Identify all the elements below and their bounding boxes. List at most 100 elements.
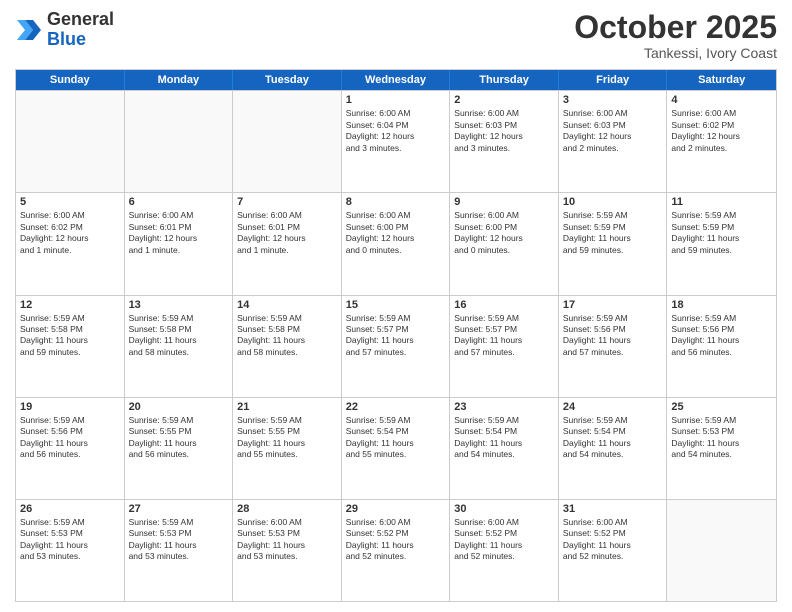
weekday-header: Tuesday: [233, 70, 342, 90]
day-number: 10: [563, 196, 663, 208]
calendar-day-10: 10 Sunrise: 5:59 AM Sunset: 5:59 PM Dayli…: [559, 193, 668, 294]
day-info: Sunrise: 5:59 AM Sunset: 5:58 PM Dayligh…: [237, 313, 337, 359]
day-info: Sunrise: 5:59 AM Sunset: 5:54 PM Dayligh…: [563, 415, 663, 461]
day-info: Sunrise: 6:00 AM Sunset: 6:02 PM Dayligh…: [20, 210, 120, 256]
day-number: 22: [346, 401, 446, 413]
day-number: 11: [671, 196, 772, 208]
calendar-day-29: 29 Sunrise: 6:00 AM Sunset: 5:52 PM Dayli…: [342, 500, 451, 601]
header: General Blue October 2025 Tankessi, Ivor…: [15, 10, 777, 61]
calendar-day-14: 14 Sunrise: 5:59 AM Sunset: 5:58 PM Dayli…: [233, 296, 342, 397]
calendar-day-empty: [125, 91, 234, 192]
calendar-day-19: 19Sunrise: 5:59 AM Sunset: 5:56 PM Dayli…: [16, 398, 125, 499]
day-info: Sunrise: 6:00 AM Sunset: 5:52 PM Dayligh…: [346, 517, 446, 563]
day-info: Sunrise: 5:59 AM Sunset: 5:56 PM Dayligh…: [671, 313, 772, 359]
day-number: 25: [671, 401, 772, 413]
calendar-day-2: 2Sunrise: 6:00 AM Sunset: 6:03 PM Daylig…: [450, 91, 559, 192]
calendar-day-18: 18Sunrise: 5:59 AM Sunset: 5:56 PM Dayli…: [667, 296, 776, 397]
day-number: 16: [454, 299, 554, 311]
calendar-day-12: 12 Sunrise: 5:59 AM Sunset: 5:58 PM Dayli…: [16, 296, 125, 397]
day-number: 15: [346, 299, 446, 311]
day-number: 29: [346, 503, 446, 515]
day-number: 6: [129, 196, 229, 208]
calendar-day-3: 3 Sunrise: 6:00 AM Sunset: 6:03 PM Daylig…: [559, 91, 668, 192]
day-info: Sunrise: 6:00 AM Sunset: 6:00 PM Dayligh…: [346, 210, 446, 256]
calendar-day-23: 23Sunrise: 5:59 AM Sunset: 5:54 PM Dayli…: [450, 398, 559, 499]
calendar-day-31: 31Sunrise: 6:00 AM Sunset: 5:52 PM Dayli…: [559, 500, 668, 601]
calendar-row: 12 Sunrise: 5:59 AM Sunset: 5:58 PM Dayli…: [16, 295, 776, 397]
calendar-day-4: 4 Sunrise: 6:00 AM Sunset: 6:02 PM Daylig…: [667, 91, 776, 192]
calendar-day-11: 11Sunrise: 5:59 AM Sunset: 5:59 PM Dayli…: [667, 193, 776, 294]
day-info: Sunrise: 6:00 AM Sunset: 5:52 PM Dayligh…: [454, 517, 554, 563]
month-title: October 2025: [574, 10, 777, 45]
day-info: Sunrise: 5:59 AM Sunset: 5:55 PM Dayligh…: [237, 415, 337, 461]
logo-text: General Blue: [47, 10, 114, 50]
day-number: 14: [237, 299, 337, 311]
calendar-day-30: 30 Sunrise: 6:00 AM Sunset: 5:52 PM Dayli…: [450, 500, 559, 601]
day-number: 28: [237, 503, 337, 515]
day-number: 8: [346, 196, 446, 208]
logo: General Blue: [15, 10, 114, 50]
day-number: 4: [671, 94, 772, 106]
calendar-day-5: 5Sunrise: 6:00 AM Sunset: 6:02 PM Daylig…: [16, 193, 125, 294]
logo-general: General: [47, 9, 114, 29]
day-number: 13: [129, 299, 229, 311]
page: General Blue October 2025 Tankessi, Ivor…: [0, 0, 792, 612]
calendar-day-7: 7 Sunrise: 6:00 AM Sunset: 6:01 PM Daylig…: [233, 193, 342, 294]
day-info: Sunrise: 5:59 AM Sunset: 5:55 PM Dayligh…: [129, 415, 229, 461]
calendar-day-17: 17 Sunrise: 5:59 AM Sunset: 5:56 PM Dayli…: [559, 296, 668, 397]
day-info: Sunrise: 6:00 AM Sunset: 6:03 PM Dayligh…: [454, 108, 554, 154]
day-info: Sunrise: 5:59 AM Sunset: 5:58 PM Dayligh…: [129, 313, 229, 359]
day-number: 26: [20, 503, 120, 515]
logo-icon: [15, 16, 43, 44]
day-info: Sunrise: 5:59 AM Sunset: 5:57 PM Dayligh…: [346, 313, 446, 359]
day-info: Sunrise: 5:59 AM Sunset: 5:58 PM Dayligh…: [20, 313, 120, 359]
day-number: 9: [454, 196, 554, 208]
day-info: Sunrise: 6:00 AM Sunset: 6:02 PM Dayligh…: [671, 108, 772, 154]
day-number: 21: [237, 401, 337, 413]
day-number: 24: [563, 401, 663, 413]
calendar-day-26: 26Sunrise: 5:59 AM Sunset: 5:53 PM Dayli…: [16, 500, 125, 601]
calendar-day-15: 15 Sunrise: 5:59 AM Sunset: 5:57 PM Dayli…: [342, 296, 451, 397]
title-block: October 2025 Tankessi, Ivory Coast: [574, 10, 777, 61]
weekday-header: Thursday: [450, 70, 559, 90]
day-number: 19: [20, 401, 120, 413]
day-info: Sunrise: 5:59 AM Sunset: 5:53 PM Dayligh…: [129, 517, 229, 563]
calendar-day-1: 1Sunrise: 6:00 AM Sunset: 6:04 PM Daylig…: [342, 91, 451, 192]
day-info: Sunrise: 6:00 AM Sunset: 6:04 PM Dayligh…: [346, 108, 446, 154]
calendar: SundayMondayTuesdayWednesdayThursdayFrid…: [15, 69, 777, 602]
day-number: 3: [563, 94, 663, 106]
calendar-day-9: 9Sunrise: 6:00 AM Sunset: 6:00 PM Daylig…: [450, 193, 559, 294]
calendar-day-empty: [667, 500, 776, 601]
day-number: 7: [237, 196, 337, 208]
weekday-header: Sunday: [16, 70, 125, 90]
weekday-header: Saturday: [667, 70, 776, 90]
calendar-day-28: 28 Sunrise: 6:00 AM Sunset: 5:53 PM Dayli…: [233, 500, 342, 601]
calendar-day-empty: [233, 91, 342, 192]
weekday-header: Friday: [559, 70, 668, 90]
day-info: Sunrise: 5:59 AM Sunset: 5:59 PM Dayligh…: [563, 210, 663, 256]
day-number: 17: [563, 299, 663, 311]
location: Tankessi, Ivory Coast: [574, 45, 777, 61]
calendar-day-22: 22Sunrise: 5:59 AM Sunset: 5:54 PM Dayli…: [342, 398, 451, 499]
weekday-header: Wednesday: [342, 70, 451, 90]
day-info: Sunrise: 5:59 AM Sunset: 5:53 PM Dayligh…: [671, 415, 772, 461]
calendar-day-24: 24 Sunrise: 5:59 AM Sunset: 5:54 PM Dayli…: [559, 398, 668, 499]
calendar-row: 5Sunrise: 6:00 AM Sunset: 6:02 PM Daylig…: [16, 192, 776, 294]
calendar-row: 1Sunrise: 6:00 AM Sunset: 6:04 PM Daylig…: [16, 90, 776, 192]
day-number: 23: [454, 401, 554, 413]
calendar-body: 1Sunrise: 6:00 AM Sunset: 6:04 PM Daylig…: [16, 90, 776, 601]
day-number: 30: [454, 503, 554, 515]
day-info: Sunrise: 6:00 AM Sunset: 5:53 PM Dayligh…: [237, 517, 337, 563]
day-info: Sunrise: 5:59 AM Sunset: 5:57 PM Dayligh…: [454, 313, 554, 359]
logo-blue: Blue: [47, 29, 86, 49]
day-info: Sunrise: 6:00 AM Sunset: 6:01 PM Dayligh…: [237, 210, 337, 256]
day-info: Sunrise: 6:00 AM Sunset: 6:03 PM Dayligh…: [563, 108, 663, 154]
day-number: 27: [129, 503, 229, 515]
calendar-day-21: 21 Sunrise: 5:59 AM Sunset: 5:55 PM Dayli…: [233, 398, 342, 499]
day-number: 12: [20, 299, 120, 311]
day-number: 20: [129, 401, 229, 413]
calendar-day-27: 27 Sunrise: 5:59 AM Sunset: 5:53 PM Dayli…: [125, 500, 234, 601]
day-info: Sunrise: 5:59 AM Sunset: 5:56 PM Dayligh…: [563, 313, 663, 359]
calendar-row: 19Sunrise: 5:59 AM Sunset: 5:56 PM Dayli…: [16, 397, 776, 499]
calendar-day-25: 25 Sunrise: 5:59 AM Sunset: 5:53 PM Dayli…: [667, 398, 776, 499]
